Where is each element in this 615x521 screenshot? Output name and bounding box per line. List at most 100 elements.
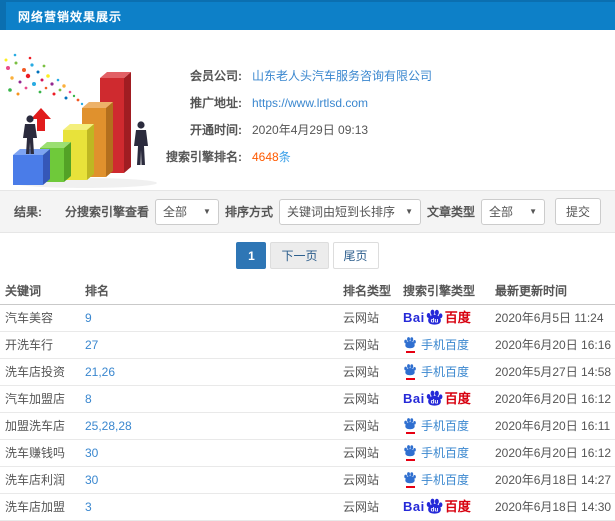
article-type-select[interactable]: 全部 ▼ [481,198,545,225]
rank-type-cell: 云网站 [338,493,398,521]
mobile-baidu-label: 手机百度 [421,418,470,433]
updated-cell: 2020年6月18日 14:27 [490,466,615,494]
results-table-body: 汽车美容 9 云网站 Bai du 百度 2020年6月5日 11:24 开洗车行 … [0,304,615,521]
rank-type-cell: 云网站 [338,439,398,467]
baidu-logo-latin: Bai [403,310,425,325]
rank-cell[interactable]: 9 [80,304,338,332]
rank-type-cell: 云网站 [338,358,398,386]
promo-url-label: 推广地址: [190,96,242,110]
table-row: 加盟洗车店 25,28,28 云网站 手机百度 2020年6月20日 16:11 [0,412,615,440]
keyword-cell: 洗车店加盟 [0,493,80,521]
rank-count-label: 搜索引擎排名: [166,150,242,164]
mobile-baidu-underline [405,486,415,488]
baidu-paw-icon: du [426,309,443,325]
rank-count-number: 4648 [252,150,279,164]
rank-cell[interactable]: 25,28,28 [80,412,338,440]
rank-count-value: 4648条 [252,148,291,165]
mobile-baidu-underline [405,351,415,353]
table-row: 开洗车行 27 云网站 手机百度 2020年6月20日 16:16 [0,331,615,359]
keyword-cell: 汽车美容 [0,304,80,332]
page-1-button[interactable]: 1 [236,242,267,269]
engine-cell: 手机百度 [398,358,490,386]
rank-type-cell: 云网站 [338,466,398,494]
marketing-results-page: 网络营销效果展示 会员公司: 山东老人头汽车服务咨询有限公司 推广地址: htt… [0,0,615,521]
mobile-baidu-paw [403,444,417,461]
header-rank-type: 排名类型 [338,278,398,305]
rank-cell[interactable]: 27 [80,331,338,359]
updated-cell: 2020年6月20日 16:12 [490,439,615,467]
table-row: 洗车店投资 21,26 云网站 手机百度 2020年5月27日 14:58 [0,358,615,386]
baidu-logo: Bai du 百度 [403,308,471,327]
engine-cell: 手机百度 [398,412,490,440]
keyword-cell: 开洗车行 [0,331,80,359]
results-table: 关键词 排名 排名类型 搜索引擎类型 最新更新时间 汽车美容 9 云网站 Bai… [0,278,615,521]
baidu-paw-icon [404,445,416,457]
engine-filter-value: 全部 [162,205,187,219]
svg-text:du: du [430,399,438,406]
table-row: 汽车加盟店 8 云网站 Bai du 百度 2020年6月20日 16:12 [0,385,615,413]
rank-cell[interactable]: 30 [80,466,338,494]
keyword-cell: 加盟洗车店 [0,412,80,440]
engine-cell: 手机百度 [398,331,490,359]
confetti-dots [4,53,84,106]
summary-section: 会员公司: 山东老人头汽车服务咨询有限公司 推广地址: https://www.… [0,30,615,190]
mobile-baidu-paw [403,363,417,380]
engine-cell: Bai du 百度 [398,304,490,332]
rank-cell[interactable]: 8 [80,385,338,413]
baidu-logo-cn: 百度 [444,310,471,325]
info-row-url: 推广地址: https://www.lrtlsd.com [160,89,432,116]
baidu-paw-icon: du [426,498,443,514]
engine-filter-select[interactable]: 全部 ▼ [154,198,219,225]
engine-cell: Bai du 百度 [398,493,490,521]
result-label: 结果: [14,205,42,219]
updated-cell: 2020年6月5日 11:24 [490,304,615,332]
rank-cell[interactable]: 30 [80,439,338,467]
rank-cell[interactable]: 3 [80,493,338,521]
mobile-baidu-paw [403,471,417,488]
mobile-baidu-logo: 手机百度 [403,336,469,353]
growth-chart-graphic [4,53,157,188]
rank-type-cell: 云网站 [338,304,398,332]
mobile-baidu-label: 手机百度 [421,337,470,352]
next-page-button[interactable]: 下一页 [270,242,329,269]
mobile-baidu-underline [405,378,415,380]
table-row: 汽车美容 9 云网站 Bai du 百度 2020年6月5日 11:24 [0,304,615,332]
businessman-left [23,115,37,154]
mobile-baidu-logo: 手机百度 [403,417,469,434]
article-type-label: 文章类型 [426,205,475,219]
updated-cell: 2020年5月27日 14:58 [490,358,615,386]
info-row-open-time: 开通时间: 2020年4月29日 09:13 [160,116,432,143]
svg-text:du: du [430,318,438,325]
updated-cell: 2020年6月18日 14:30 [490,493,615,521]
chevron-down-icon: ▼ [203,207,211,216]
rank-cell[interactable]: 21,26 [80,358,338,386]
mobile-baidu-underline [405,459,415,461]
engine-filter-label: 分搜索引擎查看 [64,205,149,219]
baidu-logo-latin: Bai [403,499,425,514]
header-rank: 排名 [80,278,338,305]
rank-type-cell: 云网站 [338,385,398,413]
keyword-cell: 洗车赚钱吗 [0,439,80,467]
baidu-paw-icon: du [426,390,443,406]
last-page-button[interactable]: 尾页 [332,242,379,269]
mobile-baidu-paw [403,336,417,353]
header-engine-type: 搜索引擎类型 [398,278,490,305]
info-row-rank-count: 搜索引擎排名: 4648条 [160,143,432,170]
sort-select[interactable]: 关键词由短到长排序 ▼ [278,198,421,225]
company-label: 会员公司: [190,69,242,83]
sort-value: 关键词由短到长排序 [286,205,395,219]
article-type-value: 全部 [489,205,514,219]
table-header-row: 关键词 排名 排名类型 搜索引擎类型 最新更新时间 [0,278,615,305]
submit-button[interactable]: 提交 [555,198,601,225]
baidu-paw-icon [404,472,416,484]
promo-url-link[interactable]: https://www.lrtlsd.com [252,96,368,110]
engine-cell: 手机百度 [398,466,490,494]
open-time-value: 2020年4月29日 09:13 [252,123,369,137]
sort-label: 排序方式 [224,205,273,219]
company-name-link[interactable]: 山东老人头汽车服务咨询有限公司 [252,67,432,84]
rank-count-unit: 条 [278,150,291,164]
mobile-baidu-label: 手机百度 [421,445,470,460]
mobile-baidu-logo: 手机百度 [403,444,469,461]
table-row: 洗车赚钱吗 30 云网站 手机百度 2020年6月20日 16:12 [0,439,615,467]
table-row: 洗车店加盟 3 云网站 Bai du 百度 2020年6月18日 14:30 [0,493,615,521]
